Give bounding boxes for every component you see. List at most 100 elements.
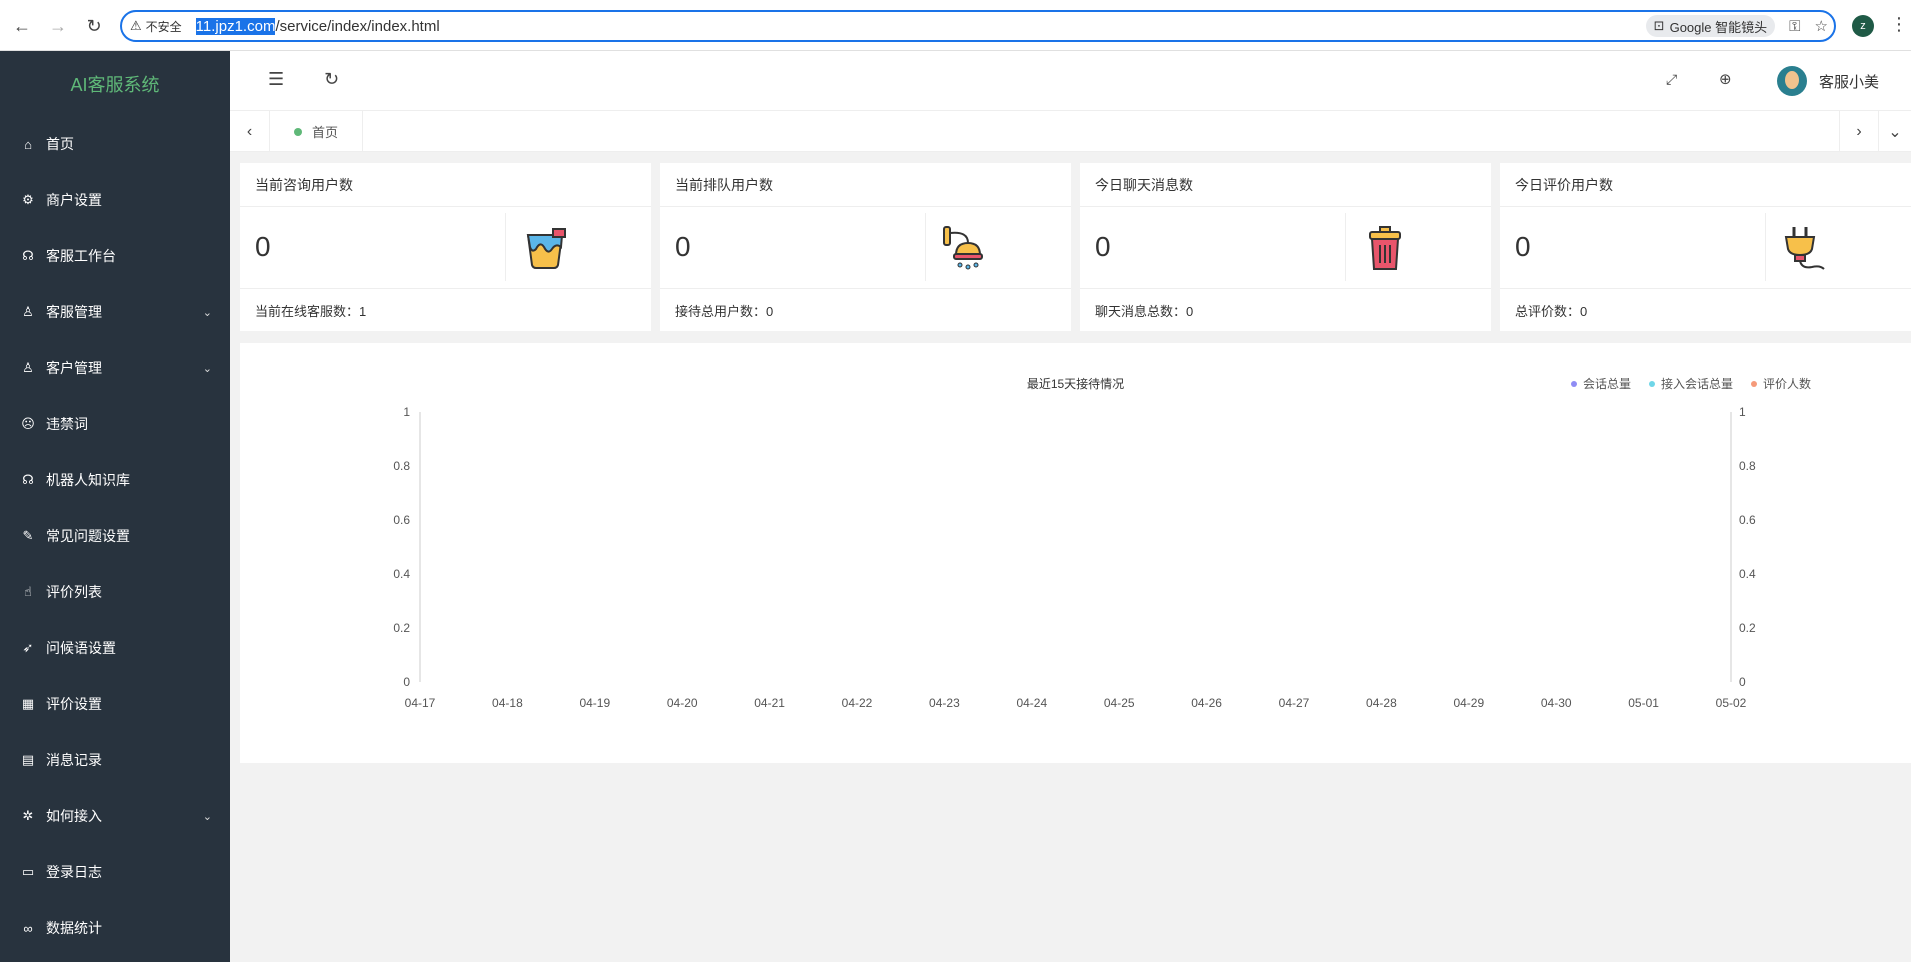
x-tick-label: 05-02 [1716, 696, 1747, 710]
sidebar-item-5[interactable]: ☹ 违禁词 [0, 396, 230, 452]
tab-active-dot [294, 127, 302, 136]
sidebar-item-13[interactable]: ▭ 登录日志 [0, 844, 230, 900]
tab-dropdown-icon[interactable]: ⌄ [1879, 111, 1911, 152]
trash-can-icon [1369, 226, 1401, 270]
browser-toolbar: ← → ↻ ⚠ 不安全 11.jpz1.com/service/index/in… [0, 0, 1911, 51]
url-host: 11.jpz1.com [195, 17, 276, 35]
reception-chart-panel: 0 0 0.2 0.2 0.4 0.4 0.6 0.6 0.8 0.8 1 1 04-17 04-18 04… [240, 343, 1911, 763]
sidebar-item-8[interactable]: ☝ 评价列表 [0, 564, 230, 620]
card-value: 0 [1095, 231, 1111, 262]
y-tick-label-left: 1 [403, 405, 410, 419]
send-icon: ➶ [22, 640, 34, 655]
legend-dot [1570, 380, 1577, 387]
url-text[interactable]: 11.jpz1.com/service/index/index.html [195, 17, 440, 35]
sidebar-item-3[interactable]: ♙ 客服管理 ⌄ [0, 284, 230, 340]
stat-card-messages: 今日聊天消息数 0 聊天消息总数：0 [1080, 163, 1491, 331]
sidebar-item-1[interactable]: ⚙ 商户设置 [0, 172, 230, 228]
sidebar-item-6[interactable]: ☊ 机器人知识库 [0, 452, 230, 508]
collapse-menu-icon[interactable]: ☰ [268, 69, 284, 90]
card-value: 0 [675, 231, 691, 262]
sidebar-item-label: 客户管理 [46, 360, 102, 376]
user-icon: ♙ [22, 304, 34, 319]
sidebar-item-label: 违禁词 [46, 416, 88, 432]
sidebar-item-label: 评价列表 [46, 584, 102, 600]
legend-label: 接入会话总量 [1660, 377, 1733, 391]
sidebar: AI客服系统 ⌂ 首页 ⚙ 商户设置 ☊ 客服工作台 ♙ 客服管理 ⌄ ♙ 客户管理 ⌄ ☹ 违禁词 ☊ 机器… [0, 51, 230, 962]
sidebar-item-2[interactable]: ☊ 客服工作台 [0, 228, 230, 284]
tab-scroll-left-icon[interactable]: ‹ [230, 111, 270, 152]
x-tick-label: 04-19 [579, 696, 610, 710]
legend-item[interactable]: 评价人数 [1750, 375, 1811, 392]
link-icon: ∞ [23, 920, 33, 936]
sidebar-item-label: 登录日志 [46, 864, 102, 880]
sidebar-item-label: 数据统计 [46, 920, 102, 936]
app-logo[interactable]: AI客服系统 [0, 51, 230, 116]
legend-item[interactable]: 会话总量 [1570, 375, 1631, 392]
tab-scroll-right-icon[interactable]: › [1839, 111, 1879, 152]
password-key-icon[interactable]: ⚿ [1789, 18, 1800, 35]
headset-icon: ☊ [22, 472, 34, 487]
x-tick-label: 05-01 [1628, 696, 1659, 710]
face-icon: ☹ [21, 416, 35, 431]
paint-bucket-icon [526, 228, 566, 269]
card-value: 0 [255, 231, 271, 262]
profile-avatar-button[interactable]: z [1852, 15, 1874, 37]
security-warning[interactable]: ⚠ 不安全 [130, 18, 182, 35]
reload-button[interactable]: ↻ [76, 8, 112, 44]
x-tick-label: 04-20 [667, 696, 698, 710]
x-tick-label: 04-30 [1541, 696, 1572, 710]
browser-menu-icon[interactable]: ⋮ [1890, 14, 1908, 35]
sidebar-item-10[interactable]: ▦ 评价设置 [0, 676, 230, 732]
bug-icon: ✲ [22, 808, 34, 823]
sidebar-item-11[interactable]: ▤ 消息记录 [0, 732, 230, 788]
chevron-down-icon: ⌄ [202, 810, 212, 823]
language-globe-icon[interactable]: ⊕ [1719, 70, 1732, 88]
sidebar-item-label: 首页 [46, 136, 74, 152]
legend-item[interactable]: 接入会话总量 [1648, 375, 1733, 392]
x-tick-label: 04-22 [842, 696, 873, 710]
avatar [1777, 66, 1807, 96]
sidebar-item-label: 客服工作台 [46, 248, 116, 264]
plug-icon [1784, 227, 1825, 270]
card-title: 当前咨询用户数 [240, 163, 651, 207]
user-menu[interactable]: 客服小美 [1777, 66, 1879, 96]
legend-dot [1750, 380, 1757, 387]
bookmark-star-icon[interactable]: ☆ [1815, 17, 1828, 35]
chevron-down-icon: ⌄ [202, 306, 212, 319]
card-footer: 当前在线客服数：1 [255, 303, 367, 319]
x-tick-label: 04-27 [1279, 696, 1310, 710]
sidebar-item-7[interactable]: ✎ 常见问题设置 [0, 508, 230, 564]
sidebar-item-12[interactable]: ✲ 如何接入 ⌄ [0, 788, 230, 844]
fullscreen-icon[interactable]: ⤢ [1666, 71, 1677, 88]
tab-bar: ‹ 首页 › ⌄ [230, 111, 1911, 152]
address-bar[interactable]: ⚠ 不安全 11.jpz1.com/service/index/index.ht… [120, 10, 1836, 42]
calendar-icon: ▦ [21, 696, 35, 711]
refresh-icon[interactable]: ↻ [324, 69, 339, 90]
y-tick-label-left: 0 [403, 675, 410, 689]
x-tick-label: 04-17 [405, 696, 436, 710]
sidebar-item-14[interactable]: ∞ 数据统计 [0, 900, 230, 956]
sidebar-item-4[interactable]: ♙ 客户管理 ⌄ [0, 340, 230, 396]
chevron-down-icon: ⌄ [202, 362, 212, 375]
table-icon: ▭ [21, 864, 35, 879]
y-tick-label-left: 0.4 [393, 567, 410, 581]
forward-button[interactable]: → [40, 8, 76, 44]
x-tick-label: 04-28 [1366, 696, 1397, 710]
y-tick-label-right: 0 [1739, 675, 1746, 689]
x-tick-label: 04-24 [1016, 696, 1047, 710]
google-lens-button[interactable]: ⊡ Google 智能镜头 [1645, 15, 1776, 37]
y-tick-label-left: 0.6 [393, 513, 410, 527]
back-button[interactable]: ← [4, 8, 40, 44]
card-footer: 聊天消息总数：0 [1095, 303, 1194, 319]
stat-card-ratings: 今日评价用户数 0 总评价数：0 [1500, 163, 1911, 331]
sidebar-item-9[interactable]: ➶ 问候语设置 [0, 620, 230, 676]
sidebar-menu: ⌂ 首页 ⚙ 商户设置 ☊ 客服工作台 ♙ 客服管理 ⌄ ♙ 客户管理 ⌄ ☹ 违禁词 ☊ 机器人知识库 ✎ 常见… [0, 116, 230, 956]
x-tick-label: 04-29 [1453, 696, 1484, 710]
y-tick-label-right: 0.4 [1739, 567, 1756, 581]
headset-icon: ☊ [22, 248, 34, 263]
tab-home[interactable]: 首页 [270, 111, 364, 152]
sidebar-item-0[interactable]: ⌂ 首页 [0, 116, 230, 172]
reception-line-chart: 0 0 0.2 0.2 0.4 0.4 0.6 0.6 0.8 0.8 1 1 04-17 04-18 04… [393, 405, 1756, 710]
legend-label: 会话总量 [1582, 377, 1631, 391]
url-path: /service/index/index.html [275, 17, 440, 35]
